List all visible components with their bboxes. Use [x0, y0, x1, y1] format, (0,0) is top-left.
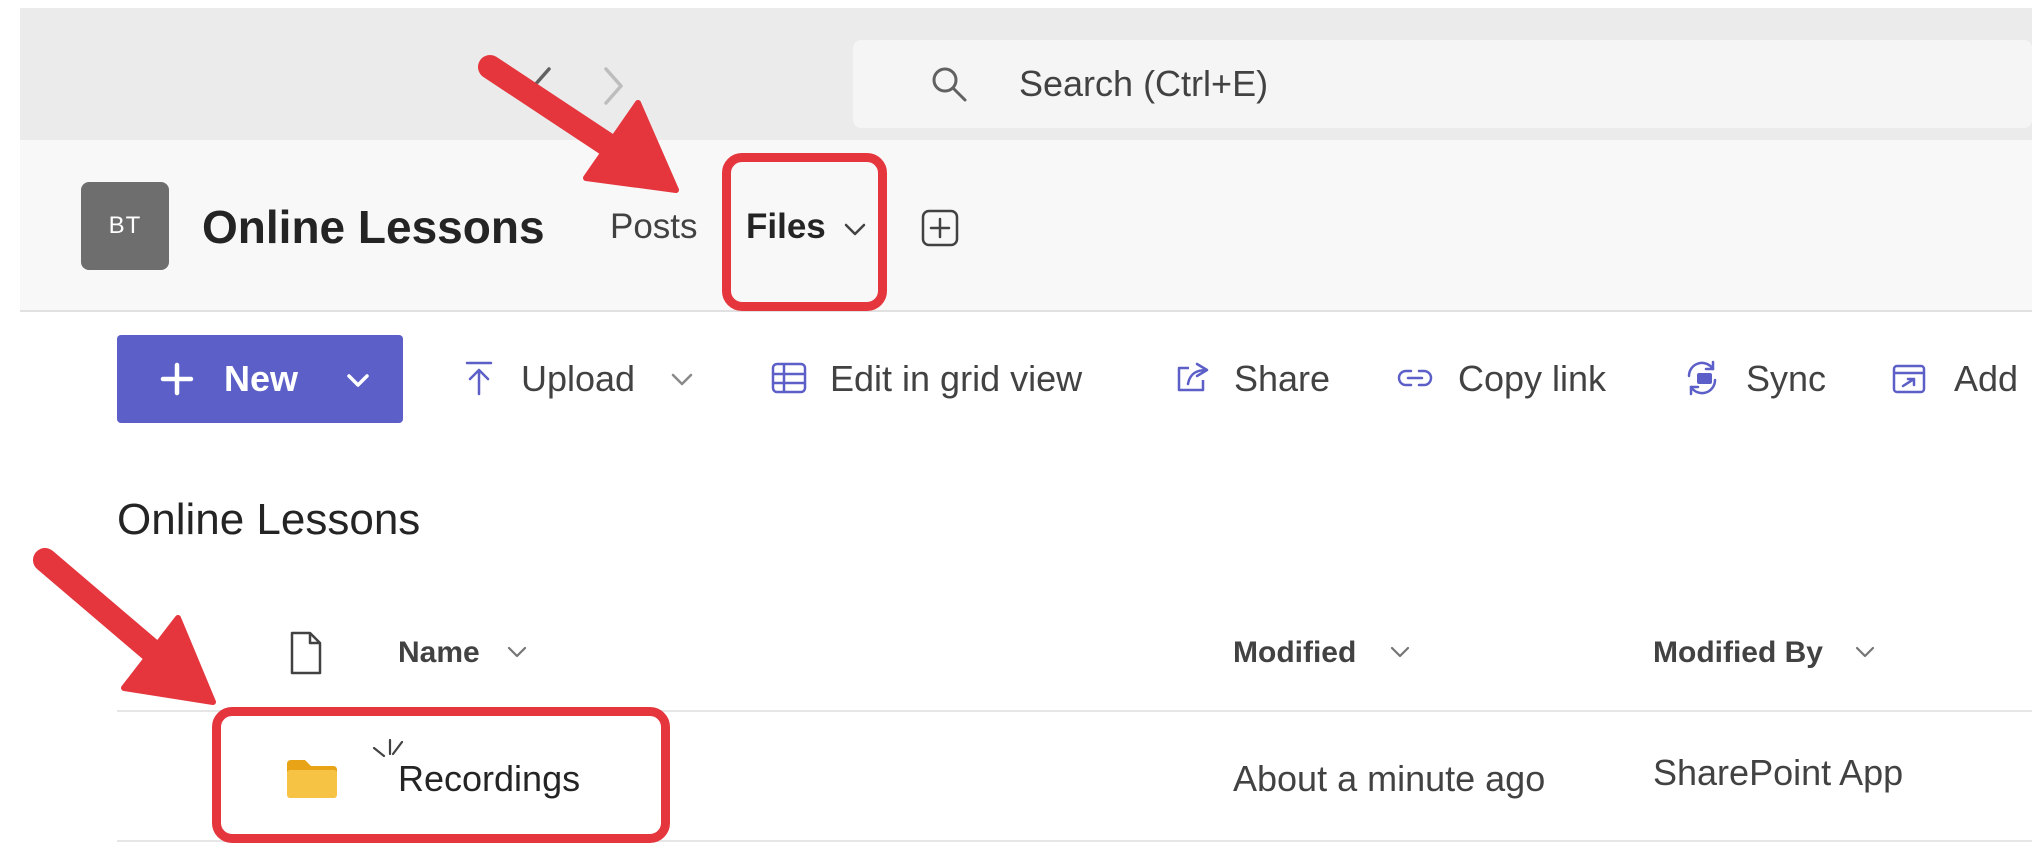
grid-icon — [769, 358, 809, 398]
upload-button[interactable]: Upload — [459, 356, 707, 402]
sync-button[interactable]: Sync — [1682, 356, 1832, 402]
new-button[interactable]: New — [117, 335, 403, 423]
edit-in-grid-view-label: Edit in grid view — [830, 358, 1083, 399]
edit-in-grid-view-button[interactable]: Edit in grid view — [769, 356, 1109, 402]
chevron-down-icon[interactable] — [1853, 640, 1877, 664]
recordings-folder-highlight — [212, 707, 670, 843]
add-tab-icon[interactable] — [920, 208, 960, 248]
tab-posts[interactable]: Posts — [610, 205, 698, 249]
column-header-modified[interactable]: Modified — [1233, 633, 1356, 673]
plus-icon — [159, 361, 195, 397]
upload-label: Upload — [521, 358, 636, 399]
chevron-down-icon — [343, 365, 373, 395]
sync-icon — [1682, 358, 1722, 398]
add-label: Add — [1954, 358, 2019, 399]
modified-by: SharePoint App — [1653, 752, 1904, 793]
new-button-label: New — [224, 358, 299, 399]
arrow-to-files-tab-icon — [478, 55, 679, 193]
files-tab-highlight — [722, 153, 887, 311]
column-header-name[interactable]: Name — [398, 633, 480, 673]
page-title: Online Lessons — [117, 495, 421, 544]
upload-icon — [459, 358, 499, 398]
arrow-to-recordings-icon — [33, 548, 216, 705]
chevron-down-icon[interactable] — [505, 640, 529, 664]
team-avatar[interactable]: BT — [81, 182, 169, 270]
add-shortcut-button[interactable]: Add — [1889, 356, 2032, 402]
copy-link-label: Copy link — [1458, 358, 1607, 399]
share-icon — [1173, 358, 1213, 398]
column-header-modified-by[interactable]: Modified By — [1653, 633, 1823, 673]
channel-header: BT Online Lessons Posts Files — [20, 140, 2032, 312]
share-button[interactable]: Share — [1173, 356, 1333, 402]
search-placeholder: Search (Ctrl+E) — [1019, 63, 1269, 104]
search-box[interactable]: Search (Ctrl+E) — [853, 40, 2032, 128]
sync-label: Sync — [1746, 358, 1827, 399]
modified-time: About a minute ago — [1233, 758, 1546, 799]
file-type-icon[interactable] — [288, 630, 324, 676]
teams-files-screen: Search (Ctrl+E) BT Online Lessons Posts … — [0, 0, 2032, 847]
chevron-down-icon — [669, 366, 695, 392]
link-icon — [1395, 358, 1435, 398]
add-shortcut-icon — [1889, 358, 1929, 398]
team-title: Online Lessons — [202, 201, 545, 253]
copy-link-button[interactable]: Copy link — [1395, 356, 1625, 402]
search-icon — [929, 64, 969, 104]
share-label: Share — [1234, 358, 1331, 399]
top-bar: Search (Ctrl+E) — [20, 8, 2032, 140]
chevron-down-icon[interactable] — [1388, 640, 1412, 664]
